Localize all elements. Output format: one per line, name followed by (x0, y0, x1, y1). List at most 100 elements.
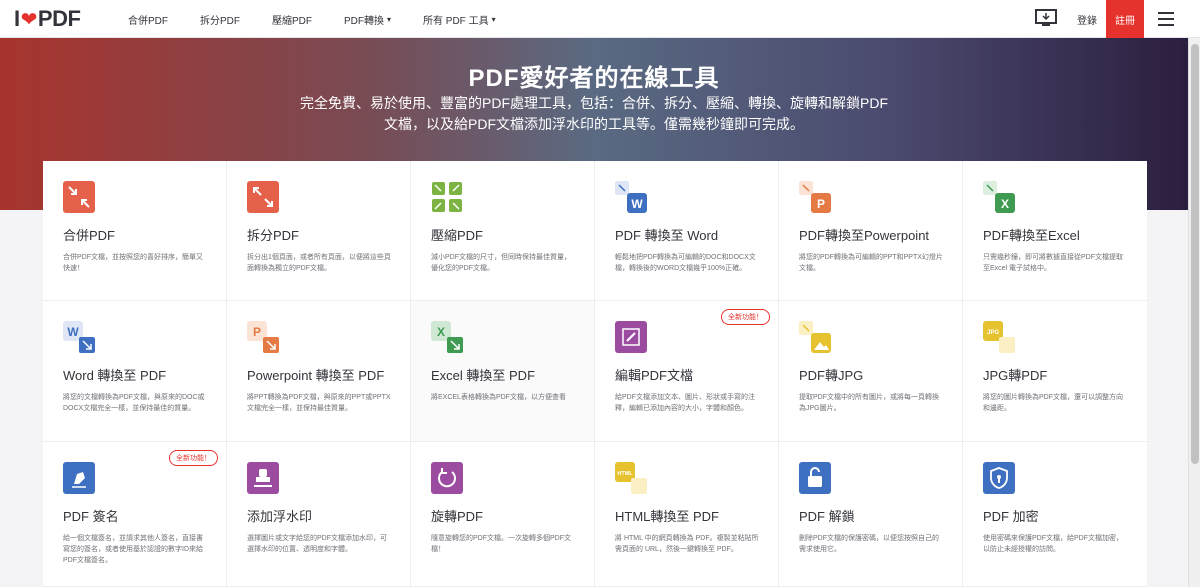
tool-card-description: 將 HTML 中的網頁轉換為 PDF。複製並粘貼所需頁面的 URL，然後一鍵轉換… (615, 535, 759, 553)
nav-label: 所有 PDF 工具 (423, 15, 489, 27)
nav-label: PDF轉換 (344, 15, 384, 27)
tool-card-title: 壓縮PDF (431, 228, 484, 243)
nav-label: 拆分PDF (200, 15, 240, 27)
tool-card-excel-to-pdf[interactable]: X Excel 轉換至 PDF 將EXCEL表格轉換為PDF文檔，以方便查看 (411, 301, 595, 442)
nav-label: 合併PDF (128, 15, 168, 27)
tool-card-description: 選擇圖片或文字給您的PDF文檔添加水印，可選擇水印的位置、透明度和字體。 (247, 535, 387, 553)
split-icon (247, 181, 279, 213)
tool-card-title: PDF 簽名 (63, 509, 119, 524)
tool-card-description: 給PDF文檔添加文本、圖片、形狀或手寫的注釋，編輯已添加內容的大小，字體和顏色。 (615, 394, 755, 412)
login-button[interactable]: 登錄 (1068, 0, 1106, 38)
nav-all-tools-dropdown[interactable]: 所有 PDF 工具 ▾ (407, 0, 512, 38)
pdf-to-powerpoint-icon: P (799, 181, 831, 213)
powerpoint-to-pdf-icon: P (247, 321, 279, 353)
tool-card-title: PDF 加密 (983, 509, 1039, 524)
tool-card-description: 輕鬆地把PDF轉換為可編輯的DOC和DOCX文檔，轉換後的WORD文檔幾乎100… (615, 254, 756, 272)
tool-card-pdf-to-excel[interactable]: X PDF轉換至Excel 只需幾秒鐘，即可將數據直接從PDF文檔提取至Excel … (963, 161, 1147, 301)
tool-card-jpg-to-pdf[interactable]: JPG JPG轉PDF 將您的圖片轉換為PDF文檔，還可以調整方向和邊距。 (963, 301, 1147, 442)
tool-card-pdf-to-jpg[interactable]: PDF轉JPG 提取PDF文檔中的所有圖片，或將每一頁轉換為JPG圖片。 (779, 301, 963, 442)
pdf-to-word-icon: W (615, 181, 647, 213)
tool-card-title: PDF轉JPG (799, 368, 864, 383)
nav-merge-pdf[interactable]: 合併PDF (112, 0, 184, 38)
tool-card-title: PDF轉換至Excel (983, 228, 1080, 243)
nav-split-pdf[interactable]: 拆分PDF (184, 0, 256, 38)
edit-pdf-icon (615, 321, 647, 353)
ilovepdf-logo[interactable]: I ❤ PDF (14, 6, 81, 31)
scrollbar-thumb[interactable] (1191, 44, 1199, 464)
tool-card-description: 將EXCEL表格轉換為PDF文檔，以方便查看 (431, 394, 566, 401)
tool-card-title: PDF 轉換至 Word (615, 228, 719, 243)
merge-icon (63, 181, 95, 213)
svg-text:W: W (67, 325, 79, 339)
logo-text-pdf: PDF (37, 6, 81, 31)
tool-card-split[interactable]: 拆分PDF 拆分出1個頁面，或者所有頁面，以便將這些頁面轉換為獨立的PDF文檔。 (227, 161, 411, 301)
watermark-icon (247, 462, 279, 494)
tool-card-title: 合併PDF (63, 228, 116, 243)
tool-card-word-to-pdf[interactable]: W Word 轉換至 PDF 將您的文檔轉換為PDF文檔，與原來的DOC或DOCX文… (43, 301, 227, 442)
tool-card-compress[interactable]: 壓縮PDF 減小PDF文檔的尺寸，但同時保持最佳質量，優化您的PDF文檔。 (411, 161, 595, 301)
tool-card-pdf-to-powerpoint[interactable]: P PDF轉換至Powerpoint 將您的PDF轉換為可編輯的PPT和PPTX幻燈… (779, 161, 963, 301)
tool-card-title: 拆分PDF (247, 228, 300, 243)
sign-pdf-icon (63, 462, 95, 494)
tool-card-title: Powerpoint 轉換至 PDF (247, 368, 385, 383)
tool-card-title: PDF轉換至Powerpoint (799, 228, 930, 243)
tool-card-rotate[interactable]: 旋轉PDF 隨意旋轉您的PDF文檔。一次旋轉多個PDF文檔！ (411, 442, 595, 587)
main-nav: 合併PDF 拆分PDF 壓縮PDF PDF轉換 ▾ 所有 PDF 工具 ▾ (112, 0, 512, 38)
tool-card-powerpoint-to-pdf[interactable]: P Powerpoint 轉換至 PDF 將PPT轉換為PDF文檔，與原來的PPT或… (227, 301, 411, 442)
tool-card-description: 將您的文檔轉換為PDF文檔，與原來的DOC或DOCX文檔完全一樣，並保持最佳的質… (63, 394, 205, 412)
svg-text:JPG: JPG (987, 330, 999, 336)
tool-card-sign-pdf[interactable]: 全新功能！ PDF 簽名 給一個文檔簽名，並請求其他人簽名，直接書寫您的簽名，或者使… (43, 442, 227, 587)
tool-card-description: 減小PDF文檔的尺寸，但同時保持最佳質量，優化您的PDF文檔。 (431, 254, 571, 272)
tool-card-description: 將PPT轉換為PDF文檔，與原來的PPT或PPTX文檔完全一樣，並保持最佳質量。 (247, 394, 391, 412)
svg-text:X: X (437, 325, 445, 339)
nav-compress-pdf[interactable]: 壓縮PDF (256, 0, 328, 38)
tool-card-title: Excel 轉換至 PDF (431, 368, 536, 383)
tool-card-merge[interactable]: 合併PDF 合併PDF文檔，並按照您的喜好排序，簡單又快速！ (43, 161, 227, 301)
new-feature-badge: 全新功能！ (721, 309, 770, 325)
tool-card-description: 刪除PDF文檔的保護密碼，以便您按照自己的需求使用它。 (799, 535, 939, 553)
tool-card-description: 將您的圖片轉換為PDF文檔，還可以調整方向和邊距。 (983, 394, 1123, 412)
nav-label: 壓縮PDF (272, 15, 312, 27)
tool-card-title: PDF 解鎖 (799, 509, 855, 524)
tool-card-watermark[interactable]: 添加浮水印選擇圖片或文字給您的PDF文檔添加水印，可選擇水印的位置、透明度和字體… (227, 442, 411, 587)
scrollbar[interactable] (1188, 38, 1200, 587)
caret-down-icon: ▾ (491, 14, 496, 24)
tool-card-description: 使用密碼來保護PDF文檔，給PDF文檔加密，以防止未經授權的訪問。 (983, 535, 1123, 553)
svg-text:X: X (1001, 197, 1009, 211)
tools-grid: 合併PDF 合併PDF文檔，並按照您的喜好排序，簡單又快速！ 拆分PDF 拆分出1個頁… (43, 161, 1147, 587)
pdf-to-jpg-icon (799, 321, 831, 353)
new-feature-badge: 全新功能！ (169, 450, 218, 466)
tool-card-pdf-to-word[interactable]: W PDF 轉換至 Word 輕鬆地把PDF轉換為可編輯的DOC和DOCX文檔，轉換… (595, 161, 779, 301)
heart-icon: ❤ (20, 8, 38, 31)
nav-convert-pdf-dropdown[interactable]: PDF轉換 ▾ (328, 0, 407, 38)
top-navbar: I ❤ PDF 合併PDF 拆分PDF 壓縮PDF PDF轉換 ▾ 所有 PDF … (0, 0, 1200, 38)
tool-card-edit-pdf[interactable]: 全新功能！ 編輯PDF文檔給PDF文檔添加文本、圖片、形狀或手寫的注釋，編輯已添加… (595, 301, 779, 442)
hamburger-menu-icon[interactable] (1158, 12, 1174, 26)
compress-icon (431, 181, 463, 213)
hero-title: PDF愛好者的在線工具 (468, 65, 720, 92)
tool-card-title: 添加浮水印 (247, 509, 313, 524)
tool-card-title: JPG轉PDF (983, 368, 1048, 383)
excel-to-pdf-icon: X (431, 321, 463, 353)
pdf-to-excel-icon: X (983, 181, 1015, 213)
svg-text:W: W (631, 197, 643, 211)
tool-card-title: 編輯PDF文檔 (615, 368, 694, 383)
tool-card-description: 隨意旋轉您的PDF文檔。一次旋轉多個PDF文檔！ (431, 535, 571, 553)
rotate-icon (431, 462, 463, 494)
hero-subtitle: 完全免費、易於使用、豐富的PDF處理工具，包括：合併、拆分、壓縮、轉換、旋轉和解… (300, 95, 888, 132)
svg-text:P: P (817, 197, 825, 211)
desktop-app-icon[interactable] (1035, 9, 1057, 28)
logo-text-i: I (14, 6, 20, 31)
unlock-icon (799, 462, 831, 494)
tool-card-description: 將您的PDF轉換為可編輯的PPT和PPTX幻燈片文檔。 (799, 254, 943, 272)
tool-card-title: 旋轉PDF (431, 509, 484, 524)
tool-card-description: 拆分出1個頁面，或者所有頁面，以便將這些頁面轉換為獨立的PDF文檔。 (247, 254, 391, 272)
svg-text:P: P (253, 325, 261, 339)
signup-button[interactable]: 註冊 (1106, 0, 1144, 38)
tool-card-html-to-pdf[interactable]: HTML HTML轉換至 PDF 將 HTML 中的網頁轉換為 PDF。複製並粘貼所… (595, 442, 779, 587)
tool-card-description: 只需幾秒鐘，即可將數據直接從PDF文檔提取至Excel 電子試格中。 (983, 254, 1123, 272)
tool-card-unlock[interactable]: PDF 解鎖刪除PDF文檔的保護密碼，以便您按照自己的需求使用它。 (779, 442, 963, 587)
word-to-pdf-icon: W (63, 321, 95, 353)
tool-card-protect[interactable]: PDF 加密使用密碼來保護PDF文檔，給PDF文檔加密，以防止未經授權的訪問。 (963, 442, 1147, 587)
tool-card-description: 合併PDF文檔，並按照您的喜好排序，簡單又快速！ (63, 254, 203, 272)
